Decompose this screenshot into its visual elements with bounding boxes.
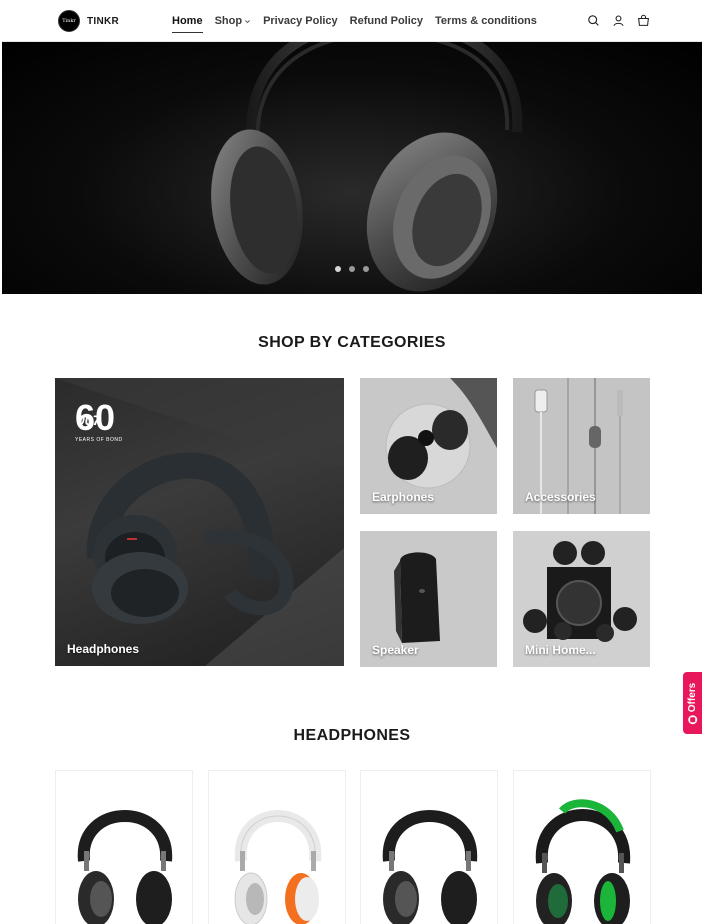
slider-dot[interactable] — [363, 266, 369, 272]
main-nav: Home Shop Privacy Policy Refund Policy T… — [172, 0, 537, 42]
product-card[interactable] — [513, 770, 651, 924]
promo-badge-sub: 007 — [77, 412, 101, 428]
promo-badge: 60 007 YEARS OF BOND — [75, 400, 123, 444]
nav-shop-label: Shop — [214, 15, 243, 27]
category-label: Headphones — [67, 642, 140, 656]
hero-headphones-image — [211, 42, 523, 292]
category-label: Speaker — [372, 643, 419, 657]
product-image — [77, 810, 173, 924]
brand-name: TINKR — [87, 15, 120, 27]
product-card[interactable] — [360, 770, 498, 924]
product-image — [382, 810, 478, 924]
cart-icon[interactable] — [637, 14, 650, 27]
nav-terms[interactable]: Terms & conditions — [435, 15, 537, 27]
logo-badge: Tinkr — [58, 10, 80, 32]
category-card-headphones[interactable]: 60 007 YEARS OF BOND Headphones — [55, 378, 344, 666]
gift-icon — [688, 714, 698, 724]
headphones-title: HEADPHONES — [293, 727, 411, 744]
slider-dot[interactable] — [349, 266, 355, 272]
product-card[interactable] — [208, 770, 346, 924]
nav-refund-policy[interactable]: Refund Policy — [350, 15, 423, 27]
category-card-earphones[interactable]: Earphones — [360, 378, 497, 514]
offers-tab[interactable]: Offers — [683, 672, 702, 734]
nav-home[interactable]: Home — [172, 15, 203, 33]
nav-privacy-policy[interactable]: Privacy Policy — [263, 15, 338, 27]
product-card[interactable] — [55, 770, 193, 924]
category-label: Accessories — [525, 490, 596, 504]
product-image — [234, 810, 322, 924]
site-header: Tinkr TINKR Home Shop Privacy Policy Ref… — [2, 0, 702, 42]
category-card-speaker[interactable]: Speaker — [360, 531, 497, 667]
chevron-down-icon — [245, 19, 250, 23]
nav-shop[interactable]: Shop — [215, 15, 252, 27]
search-icon[interactable] — [587, 14, 600, 27]
category-label: Mini Home... — [525, 643, 596, 657]
category-card-accessories[interactable]: Accessories — [513, 378, 650, 514]
hero-slider[interactable] — [2, 42, 702, 294]
category-label: Earphones — [372, 490, 435, 504]
category-card-mini-home[interactable]: Mini Home... — [513, 531, 650, 667]
promo-badge-caption: YEARS OF BOND — [75, 437, 123, 443]
product-image — [535, 799, 631, 924]
offers-label: Offers — [687, 682, 699, 712]
slider-dot[interactable] — [335, 266, 341, 272]
account-icon[interactable] — [612, 14, 625, 27]
categories-title: SHOP BY CATEGORIES — [258, 334, 446, 351]
logo[interactable]: Tinkr TINKR — [58, 10, 119, 32]
header-actions — [587, 14, 650, 27]
slider-dots — [335, 266, 369, 272]
